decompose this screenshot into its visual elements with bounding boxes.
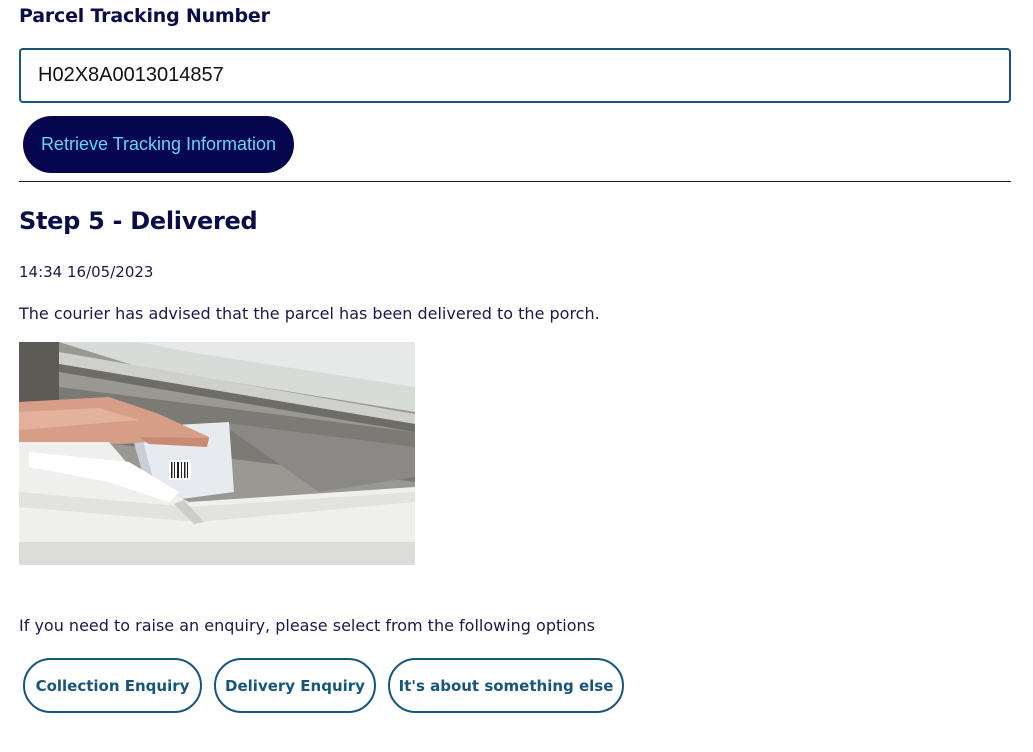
status-message: The courier has advised that the parcel …	[19, 304, 600, 323]
tracking-number-label: Parcel Tracking Number	[19, 5, 270, 27]
retrieve-tracking-button[interactable]: Retrieve Tracking Information	[23, 116, 294, 173]
status-title: Step 5 - Delivered	[19, 207, 258, 235]
delivery-photo	[19, 342, 415, 565]
enquiry-prompt: If you need to raise an enquiry, please …	[19, 616, 595, 635]
divider	[19, 181, 1011, 182]
tracking-number-input[interactable]	[19, 48, 1011, 103]
other-enquiry-button[interactable]: It's about something else	[388, 658, 624, 713]
collection-enquiry-button[interactable]: Collection Enquiry	[23, 658, 202, 713]
delivery-enquiry-button[interactable]: Delivery Enquiry	[214, 658, 376, 713]
status-timestamp: 14:34 16/05/2023	[19, 263, 154, 281]
